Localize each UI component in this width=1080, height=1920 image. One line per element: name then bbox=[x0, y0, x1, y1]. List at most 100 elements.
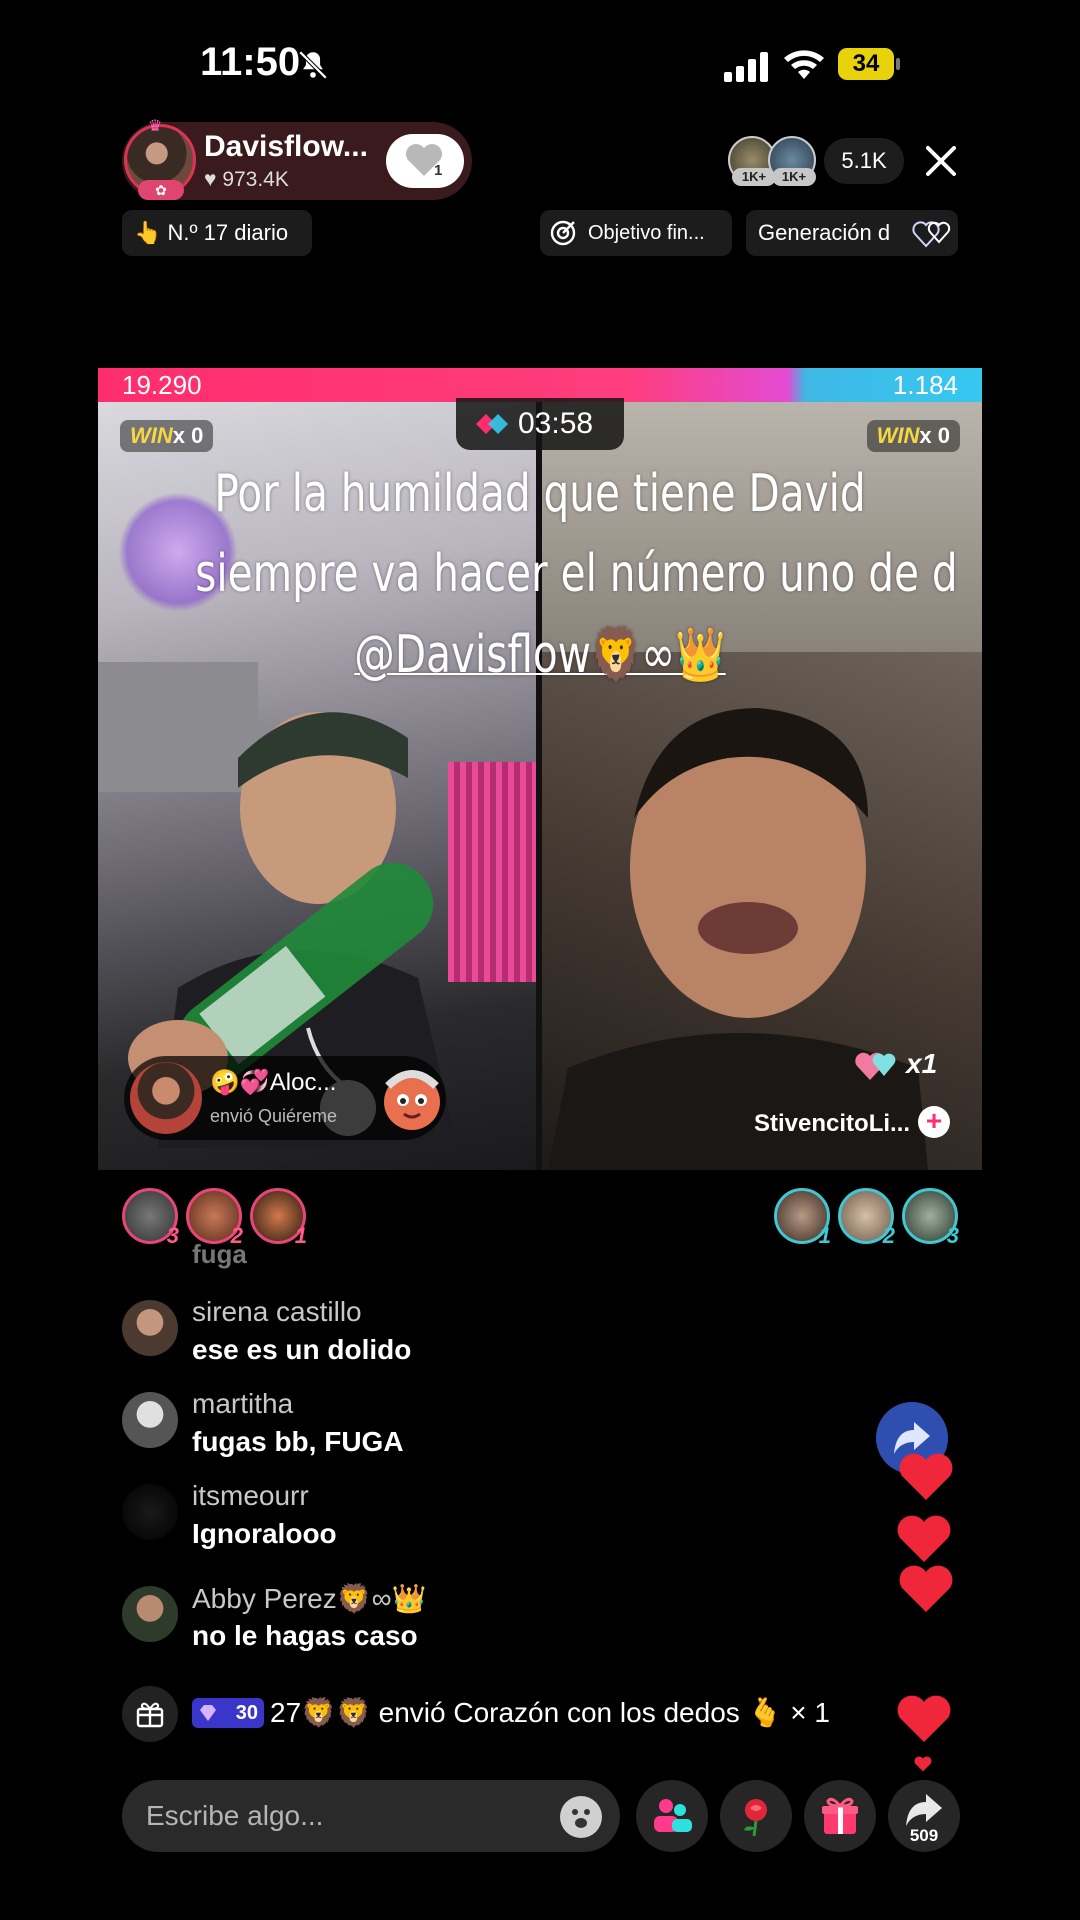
diamond-icon bbox=[200, 1705, 216, 1721]
battery-level: 34 bbox=[838, 48, 894, 80]
gift-notice: 30 27🦁🦁 envió Corazón con los dedos 🫰 × … bbox=[122, 1686, 962, 1742]
guests-button[interactable] bbox=[636, 1780, 708, 1852]
chat-text: Ignoralooo bbox=[192, 1518, 337, 1549]
status-time: 11:50 bbox=[200, 40, 301, 84]
chat-text: ese es un dolido bbox=[192, 1334, 412, 1365]
wifi-icon bbox=[784, 50, 824, 79]
gift-character-icon bbox=[384, 1070, 440, 1130]
win-word-right: WIN bbox=[876, 423, 920, 448]
gift-banner[interactable]: 🤪💞Aloc... envió Quiéreme bbox=[124, 1056, 446, 1140]
heart-gift-icon bbox=[855, 1052, 896, 1080]
battle-score-bar: 19.290 1.184 bbox=[98, 368, 982, 402]
gift-sender-name: 🤪💞Aloc... bbox=[210, 1069, 337, 1096]
opponent-person bbox=[548, 708, 928, 1170]
comment-input[interactable] bbox=[146, 1780, 526, 1852]
win-count-left: x 0 bbox=[172, 423, 204, 448]
rose-gift-button[interactable] bbox=[720, 1780, 792, 1852]
battery-icon: 34 bbox=[838, 48, 900, 80]
generation-chip[interactable]: Generación d bbox=[746, 210, 958, 256]
chat-avatar[interactable] bbox=[122, 1300, 178, 1356]
comment-box[interactable] bbox=[122, 1780, 620, 1852]
battle-timer: 03:58 bbox=[456, 398, 624, 450]
chat-username[interactable]: sirena castillo bbox=[192, 1296, 362, 1328]
supporter-rank: 2 bbox=[882, 1223, 895, 1248]
chat-username[interactable]: Abby Perez🦁∞👑 bbox=[192, 1582, 426, 1615]
goal-chip[interactable]: Objetivo fin... bbox=[540, 210, 732, 256]
floating-heart-icon bbox=[914, 1756, 932, 1772]
share-count: 509 bbox=[909, 1826, 939, 1845]
people-icon bbox=[654, 1799, 692, 1832]
chat-text: no le hagas caso bbox=[192, 1620, 418, 1651]
score-left: 19.290 bbox=[122, 370, 202, 400]
opponent-heart-count: x1 bbox=[906, 1048, 938, 1079]
supporter-avatar-right[interactable]: 3 bbox=[902, 1188, 959, 1248]
daily-rank-label: N.º 17 diario bbox=[167, 220, 289, 245]
supporter-rank: 1 bbox=[294, 1223, 307, 1248]
win-word-left: WIN bbox=[130, 423, 173, 448]
gift-notice-text: 27🦁🦁 envió Corazón con los dedos 🫰 × 1 bbox=[270, 1697, 830, 1728]
chat-message[interactable]: Abby Perez🦁∞👑 no le hagas caso bbox=[122, 1582, 822, 1662]
chat-message[interactable]: sirena castillo ese es un dolido bbox=[122, 1296, 822, 1376]
viewer-avatar[interactable]: 1K+ bbox=[768, 136, 816, 186]
supporter-rank: 3 bbox=[166, 1223, 179, 1248]
opponent-follow-button[interactable]: + bbox=[918, 1106, 950, 1138]
chat-faded-message: fuga bbox=[192, 1244, 247, 1269]
chat-message[interactable]: martitha fugas bb, FUGA bbox=[122, 1388, 822, 1468]
emoji-button[interactable] bbox=[560, 1796, 602, 1838]
share-button[interactable]: 509 bbox=[888, 1780, 960, 1852]
viewer-badge: 1K+ bbox=[772, 168, 816, 186]
opponent-name[interactable]: StivencitoLi... bbox=[754, 1110, 910, 1138]
supporter-avatar-left[interactable]: 2 bbox=[186, 1188, 243, 1248]
host-name[interactable]: Davisflow... bbox=[204, 130, 368, 164]
host-likes-value: 973.4K bbox=[222, 168, 289, 191]
gift-action: envió Quiéreme bbox=[210, 1106, 338, 1126]
supporter-avatar-right[interactable]: 2 bbox=[838, 1188, 895, 1248]
chat-username[interactable]: martitha bbox=[192, 1388, 293, 1420]
top-viewers[interactable]: 1K+ 1K+ 5.1K bbox=[728, 136, 906, 186]
overlay-caption-mention[interactable]: @Davisflow🦁∞👑 bbox=[195, 624, 885, 685]
emoji-icon bbox=[572, 1809, 590, 1828]
crown-icon: ♛ bbox=[148, 118, 163, 135]
win-counter-left: WINx 0 bbox=[120, 420, 214, 452]
chat-avatar[interactable] bbox=[122, 1586, 178, 1642]
chat-avatar[interactable] bbox=[122, 1484, 178, 1540]
win-count-right: x 0 bbox=[919, 423, 950, 448]
battle-area: 19.290 1.184 WINx 0 WINx 0 03:58 Por la … bbox=[98, 368, 982, 1170]
rose-icon bbox=[744, 1799, 767, 1837]
user-level-badge: 30 bbox=[192, 1698, 264, 1728]
pink-tinsel bbox=[448, 762, 536, 982]
target-icon bbox=[550, 220, 576, 246]
close-icon[interactable] bbox=[920, 140, 962, 182]
gift-sender-avatar[interactable] bbox=[130, 1062, 202, 1134]
gift-box-icon bbox=[136, 1702, 164, 1728]
chat-avatar[interactable] bbox=[122, 1392, 178, 1448]
supporter-rank: 3 bbox=[946, 1223, 959, 1248]
floating-heart-icon bbox=[899, 1453, 953, 1500]
chat-message[interactable]: itsmeourr Ignoralooo bbox=[122, 1480, 822, 1560]
bell-off-icon bbox=[298, 50, 328, 80]
daily-rank-chip[interactable]: 👆 N.º 17 diario bbox=[122, 210, 312, 256]
fire-icon: 👆 bbox=[134, 220, 162, 245]
supporter-avatar-left[interactable]: 3 bbox=[122, 1188, 179, 1248]
follow-count: 1 bbox=[434, 162, 443, 179]
floating-heart-icon bbox=[899, 1565, 953, 1612]
generation-label: Generación d bbox=[758, 220, 891, 245]
follow-button[interactable]: 1 bbox=[386, 134, 464, 188]
opponent-heart-counter: x1 bbox=[854, 1044, 964, 1088]
gift-box-button[interactable] bbox=[122, 1686, 178, 1742]
user-level: 30 bbox=[235, 1702, 258, 1724]
viewer-count[interactable]: 5.1K bbox=[824, 138, 904, 184]
battle-timer-value: 03:58 bbox=[518, 407, 594, 440]
hearts-icon bbox=[912, 221, 951, 248]
gift-button[interactable] bbox=[804, 1780, 876, 1852]
supporter-avatar-right[interactable]: 1 bbox=[774, 1188, 831, 1248]
supporter-avatar-left[interactable]: 1 bbox=[250, 1188, 307, 1248]
host-level-badge: ✿ bbox=[138, 180, 184, 200]
chat-username[interactable]: itsmeourr bbox=[192, 1480, 309, 1512]
overlay-caption-line: siempre va hacer el número uno de d bbox=[195, 544, 958, 604]
viewer-badge: 1K+ bbox=[732, 168, 776, 186]
battle-icon bbox=[476, 414, 508, 434]
signal-icon bbox=[724, 52, 768, 82]
supporter-rank: 1 bbox=[818, 1223, 831, 1248]
overlay-caption-line: Por la humildad que tiene David bbox=[214, 464, 866, 524]
